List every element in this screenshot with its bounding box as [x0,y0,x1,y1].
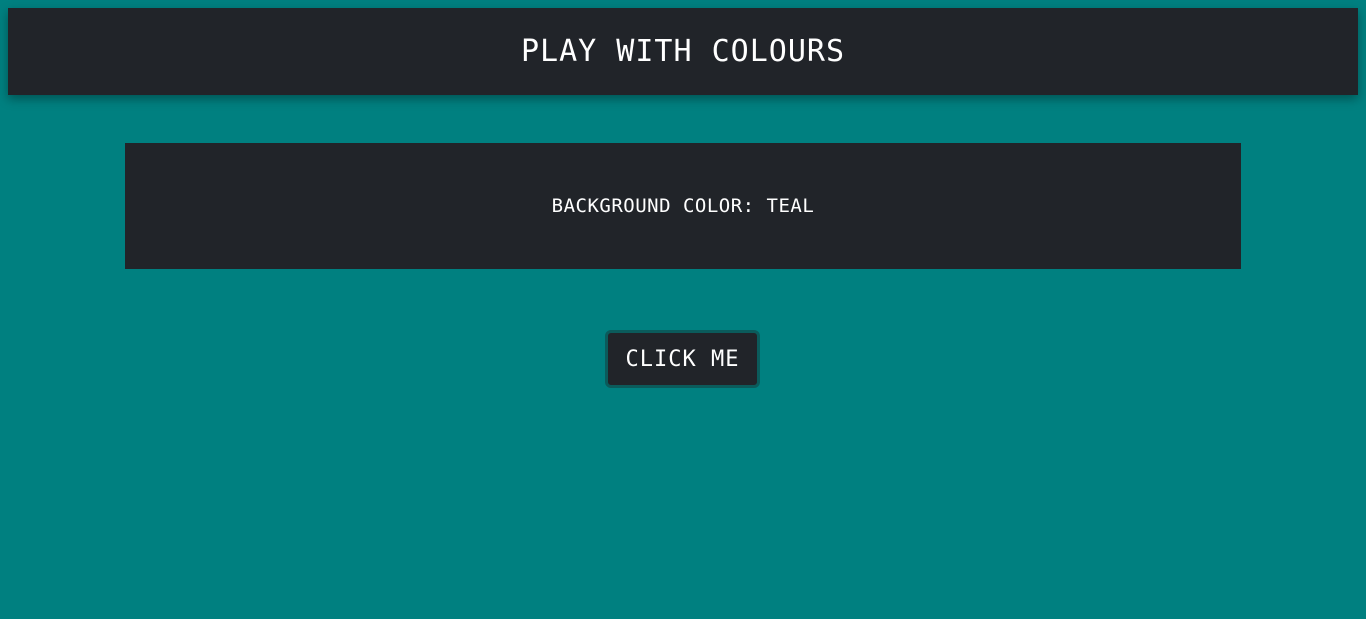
color-info-panel: BACKGROUND COLOR: TEAL [125,143,1241,269]
header-bar: PLAY WITH COLOURS [8,8,1358,95]
page-body: { "header": { "title": "PLAY WITH COLOUR… [0,0,1366,619]
page-title: PLAY WITH COLOURS [520,34,846,69]
background-color-label: BACKGROUND COLOR: TEAL [551,195,815,217]
click-me-button[interactable]: CLICK ME [605,330,760,388]
